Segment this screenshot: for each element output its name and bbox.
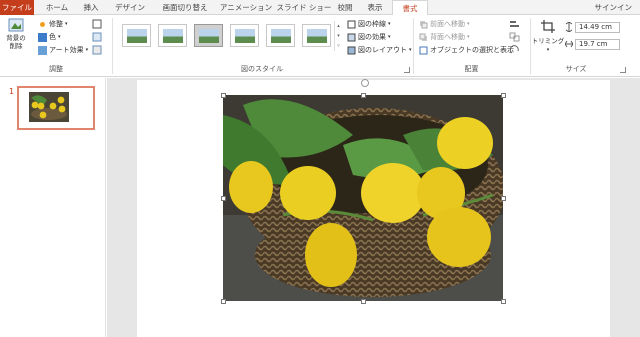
corrections-label: 修整 bbox=[49, 20, 63, 28]
picture-effects-button[interactable]: 図の効果 ▾ bbox=[347, 32, 391, 42]
picture-layout-icon bbox=[347, 46, 356, 54]
send-backward-button[interactable]: 背面へ移動 ▾ bbox=[419, 32, 470, 42]
resize-handle[interactable] bbox=[501, 196, 506, 201]
slide-number: 1 bbox=[9, 87, 15, 96]
size-group-label: サイズ bbox=[565, 65, 587, 73]
signin-link[interactable]: サインイン bbox=[595, 0, 633, 15]
remove-background-icon bbox=[8, 18, 24, 32]
tab-review[interactable]: 校閲 bbox=[334, 0, 356, 15]
artistic-effects-label: アート効果 bbox=[49, 46, 84, 54]
tab-slideshow[interactable]: スライド ショー bbox=[276, 0, 332, 15]
picture-style-5[interactable] bbox=[266, 24, 295, 47]
picture-styles-group-label: 図のスタイル bbox=[241, 65, 283, 73]
picture-style-6[interactable] bbox=[302, 24, 331, 47]
remove-background-label: 背景の削除 bbox=[6, 34, 26, 50]
size-launcher-icon[interactable] bbox=[620, 67, 626, 73]
send-backward-icon bbox=[419, 33, 427, 41]
picture-style-4[interactable] bbox=[230, 24, 259, 47]
change-picture-icon[interactable] bbox=[92, 32, 102, 42]
selection-pane-button[interactable]: オブジェクトの選択と表示 bbox=[419, 45, 514, 55]
bring-forward-label: 前面へ移動 bbox=[430, 20, 465, 28]
picture-border-label: 図の枠線 bbox=[358, 20, 386, 28]
resize-handle[interactable] bbox=[221, 196, 226, 201]
artistic-effects-icon bbox=[38, 45, 47, 55]
remove-background-button[interactable]: 背景の削除 bbox=[5, 18, 27, 60]
resize-handle[interactable] bbox=[361, 93, 366, 98]
picture-styles-launcher-icon[interactable] bbox=[404, 67, 410, 73]
group-icon[interactable] bbox=[509, 32, 523, 42]
adjust-group-label: 調整 bbox=[49, 65, 63, 73]
powerpoint-window: ファイル ホーム 挿入 デザイン 画面切り替え アニメーション スライド ショー… bbox=[0, 0, 640, 337]
picture-layout-label: 図のレイアウト bbox=[358, 46, 407, 54]
slide-editing-area bbox=[107, 78, 640, 337]
sun-icon bbox=[40, 21, 45, 27]
slide-thumbnail-pane: 1 bbox=[0, 78, 106, 337]
tab-insert[interactable]: 挿入 bbox=[78, 0, 104, 15]
color-label: 色 bbox=[49, 33, 56, 41]
resize-handle[interactable] bbox=[501, 299, 506, 304]
width-input[interactable]: 19.7 cm bbox=[575, 39, 620, 50]
selection-pane-label: オブジェクトの選択と表示 bbox=[430, 46, 514, 54]
tab-format[interactable]: 書式 bbox=[392, 0, 428, 16]
tab-home[interactable]: ホーム bbox=[40, 0, 74, 15]
tab-animations[interactable]: アニメーション bbox=[218, 0, 274, 15]
artistic-effects-button[interactable]: アート効果 ▾ bbox=[38, 45, 88, 55]
crop-icon bbox=[541, 20, 555, 33]
picture-border-button[interactable]: 図の枠線 ▾ bbox=[347, 19, 391, 29]
send-backward-label: 背面へ移動 bbox=[430, 33, 465, 41]
selection-pane-icon bbox=[419, 46, 428, 54]
resize-handle[interactable] bbox=[221, 299, 226, 304]
picture-layout-button[interactable]: 図のレイアウト ▾ bbox=[347, 45, 412, 55]
color-button[interactable]: 色 ▾ bbox=[38, 32, 61, 42]
picture-style-3[interactable] bbox=[194, 24, 223, 47]
width-icon bbox=[565, 40, 573, 48]
resize-handle[interactable] bbox=[221, 93, 226, 98]
rotate-handle-icon[interactable] bbox=[361, 79, 369, 87]
resize-handle[interactable] bbox=[501, 93, 506, 98]
picture-style-2[interactable] bbox=[158, 24, 187, 47]
color-icon bbox=[38, 32, 47, 42]
slide[interactable] bbox=[137, 79, 610, 337]
corrections-button[interactable]: 修整 ▾ bbox=[38, 19, 68, 29]
crop-button[interactable]: トリミング ▾ bbox=[531, 19, 565, 53]
slide-thumbnail[interactable] bbox=[17, 86, 95, 130]
tab-design[interactable]: デザイン bbox=[110, 0, 150, 15]
rotate-icon[interactable] bbox=[509, 45, 523, 55]
tab-transitions[interactable]: 画面切り替え bbox=[155, 0, 215, 15]
ribbon: 背景の削除 修整 ▾ 色 ▾ アート効果 ▾ 調整 ▴ ▾ ▿ 図の枠線 ▾ 図… bbox=[0, 15, 640, 77]
picture-style-1[interactable] bbox=[122, 24, 151, 47]
thumbnail-picture bbox=[29, 92, 69, 122]
align-icon[interactable] bbox=[509, 19, 523, 29]
ribbon-tab-bar: ファイル ホーム 挿入 デザイン 画面切り替え アニメーション スライド ショー… bbox=[0, 0, 640, 16]
picture-effects-icon bbox=[347, 33, 356, 41]
bring-forward-button[interactable]: 前面へ移動 ▾ bbox=[419, 19, 470, 29]
height-input[interactable]: 14.49 cm bbox=[575, 22, 620, 33]
resize-handle[interactable] bbox=[361, 299, 366, 304]
arrange-group-label: 配置 bbox=[464, 65, 479, 73]
tulip-basket-picture[interactable] bbox=[223, 95, 503, 301]
reset-picture-icon[interactable] bbox=[92, 45, 102, 55]
styles-gallery-scroll[interactable]: ▴ ▾ ▿ bbox=[334, 21, 342, 51]
height-icon bbox=[565, 22, 573, 32]
tab-file[interactable]: ファイル bbox=[0, 0, 34, 15]
picture-border-icon bbox=[347, 20, 356, 28]
crop-label: トリミング bbox=[531, 37, 565, 45]
picture-effects-label: 図の効果 bbox=[358, 33, 386, 41]
bring-forward-icon bbox=[420, 20, 428, 28]
tab-view[interactable]: 表示 bbox=[364, 0, 386, 15]
compress-pictures-icon[interactable] bbox=[92, 19, 102, 29]
